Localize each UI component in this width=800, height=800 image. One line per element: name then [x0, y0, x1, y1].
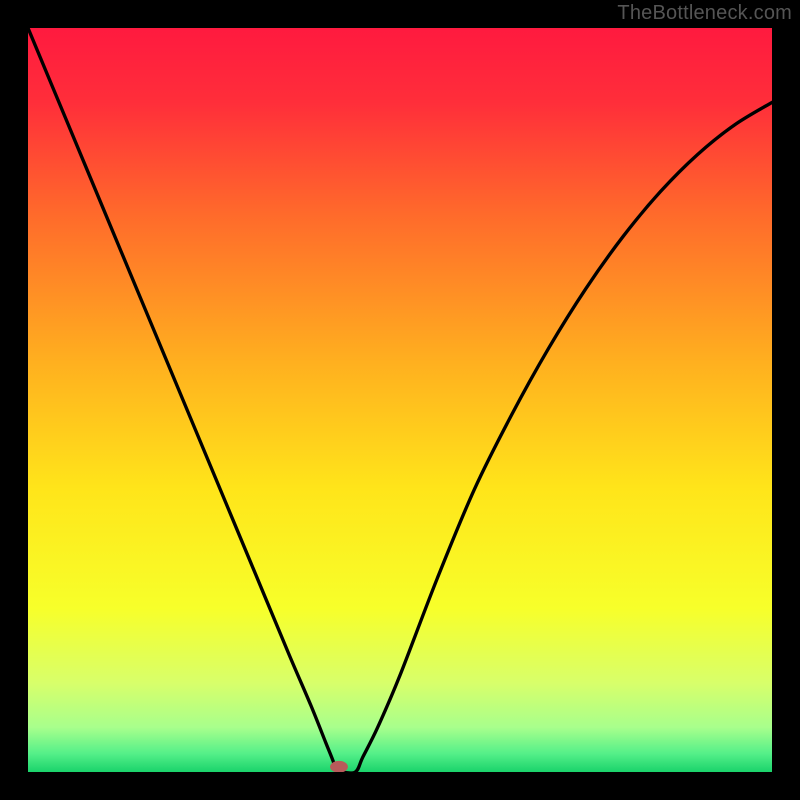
chart-frame: TheBottleneck.com	[0, 0, 800, 800]
watermark-text: TheBottleneck.com	[617, 2, 792, 25]
plot-background	[28, 28, 772, 772]
bottleneck-plot	[28, 28, 772, 772]
